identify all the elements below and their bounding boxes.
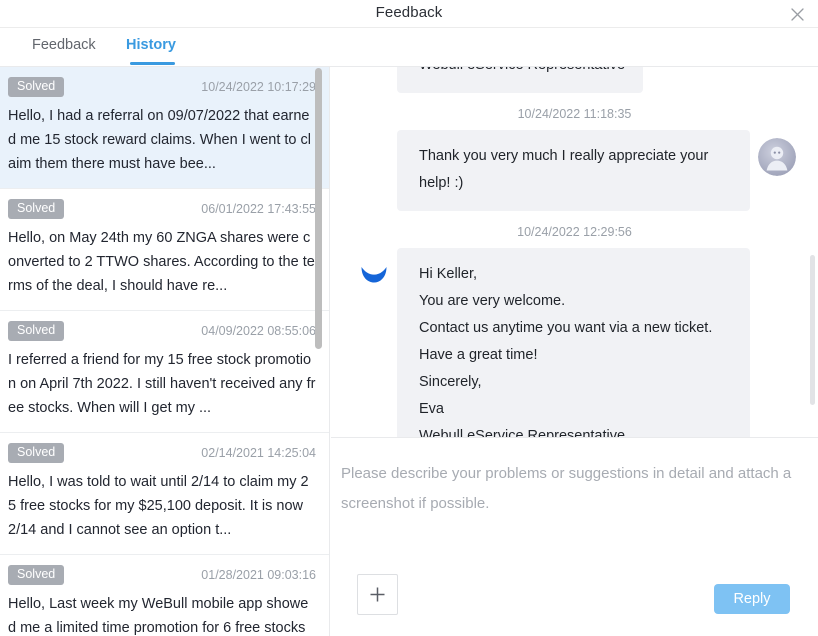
- content-area: Solved 10/24/2022 10:17:29 Hello, I had …: [0, 67, 818, 636]
- history-scrollbar-track[interactable]: [317, 67, 326, 636]
- message-timestamp: 10/24/2022 11:18:35: [351, 107, 798, 121]
- tab-history[interactable]: History: [126, 37, 176, 61]
- webull-logo-icon: [357, 256, 391, 290]
- message-bubble: Hi Keller, You are very welcome. Contact…: [397, 248, 750, 438]
- ticket-header: Solved 10/24/2022 10:17:29: [8, 77, 316, 99]
- message-row-agent: Eva Webull eService Representative: [351, 67, 798, 93]
- history-list: Solved 10/24/2022 10:17:29 Hello, I had …: [0, 67, 330, 636]
- ticket-timestamp: 06/01/2022 17:43:55: [201, 202, 316, 216]
- close-icon[interactable]: [784, 2, 810, 26]
- ticket-header: Solved 01/28/2021 09:03:16: [8, 565, 316, 587]
- reply-button[interactable]: Reply: [714, 584, 790, 614]
- conversation-panel: Eva Webull eService Representative 10/24…: [331, 67, 818, 636]
- ticket-header: Solved 04/09/2022 08:55:06: [8, 321, 316, 343]
- conversation-scroll-area: Eva Webull eService Representative 10/24…: [331, 67, 818, 438]
- ticket-preview-text: Hello, on May 24th my 60 ZNGA shares wer…: [8, 226, 316, 298]
- tab-bar: Feedback History: [0, 29, 818, 67]
- message-row-user: Thank you very much I really appreciate …: [351, 130, 798, 211]
- list-item[interactable]: Solved 01/28/2021 09:03:16 Hello, Last w…: [0, 555, 330, 636]
- conversation-scrollbar-thumb[interactable]: [810, 255, 815, 405]
- status-badge: Solved: [8, 77, 64, 97]
- list-item[interactable]: Solved 10/24/2022 10:17:29 Hello, I had …: [0, 67, 330, 189]
- list-item[interactable]: Solved 02/14/2021 14:25:04 Hello, I was …: [0, 433, 330, 555]
- feedback-window: Feedback Feedback History Solved 10/24/2…: [0, 0, 818, 636]
- reply-input[interactable]: [341, 459, 801, 569]
- message-timestamp: 10/24/2022 12:29:56: [351, 225, 798, 239]
- message-row-agent: Hi Keller, You are very welcome. Contact…: [351, 248, 798, 438]
- status-badge: Solved: [8, 565, 64, 585]
- message-list: Eva Webull eService Representative 10/24…: [331, 67, 818, 438]
- title-bar: Feedback: [0, 0, 818, 28]
- message-bubble: Thank you very much I really appreciate …: [397, 130, 750, 211]
- status-badge: Solved: [8, 443, 64, 463]
- user-avatar-icon: [758, 138, 796, 176]
- ticket-preview-text: Hello, I had a referral on 09/07/2022 th…: [8, 104, 316, 176]
- list-item[interactable]: Solved 04/09/2022 08:55:06 I referred a …: [0, 311, 330, 433]
- ticket-preview-text: I referred a friend for my 15 free stock…: [8, 348, 316, 420]
- window-title: Feedback: [0, 4, 818, 21]
- status-badge: Solved: [8, 199, 64, 219]
- ticket-preview-text: Hello, I was told to wait until 2/14 to …: [8, 470, 316, 542]
- history-scrollbar-thumb[interactable]: [315, 68, 322, 349]
- ticket-timestamp: 02/14/2021 14:25:04: [201, 446, 316, 460]
- status-badge: Solved: [8, 321, 64, 341]
- composer: Reply: [331, 439, 818, 636]
- history-list-panel: Solved 10/24/2022 10:17:29 Hello, I had …: [0, 67, 330, 636]
- ticket-header: Solved 06/01/2022 17:43:55: [8, 199, 316, 221]
- ticket-timestamp: 04/09/2022 08:55:06: [201, 324, 316, 338]
- ticket-timestamp: 10/24/2022 10:17:29: [201, 80, 316, 94]
- tab-active-indicator: [130, 62, 175, 65]
- tab-feedback[interactable]: Feedback: [32, 37, 96, 61]
- ticket-header: Solved 02/14/2021 14:25:04: [8, 443, 316, 465]
- attach-file-button[interactable]: [357, 574, 398, 615]
- list-item[interactable]: Solved 06/01/2022 17:43:55 Hello, on May…: [0, 189, 330, 311]
- ticket-timestamp: 01/28/2021 09:03:16: [201, 568, 316, 582]
- message-bubble: Eva Webull eService Representative: [397, 67, 643, 93]
- ticket-preview-text: Hello, Last week my WeBull mobile app sh…: [8, 592, 316, 636]
